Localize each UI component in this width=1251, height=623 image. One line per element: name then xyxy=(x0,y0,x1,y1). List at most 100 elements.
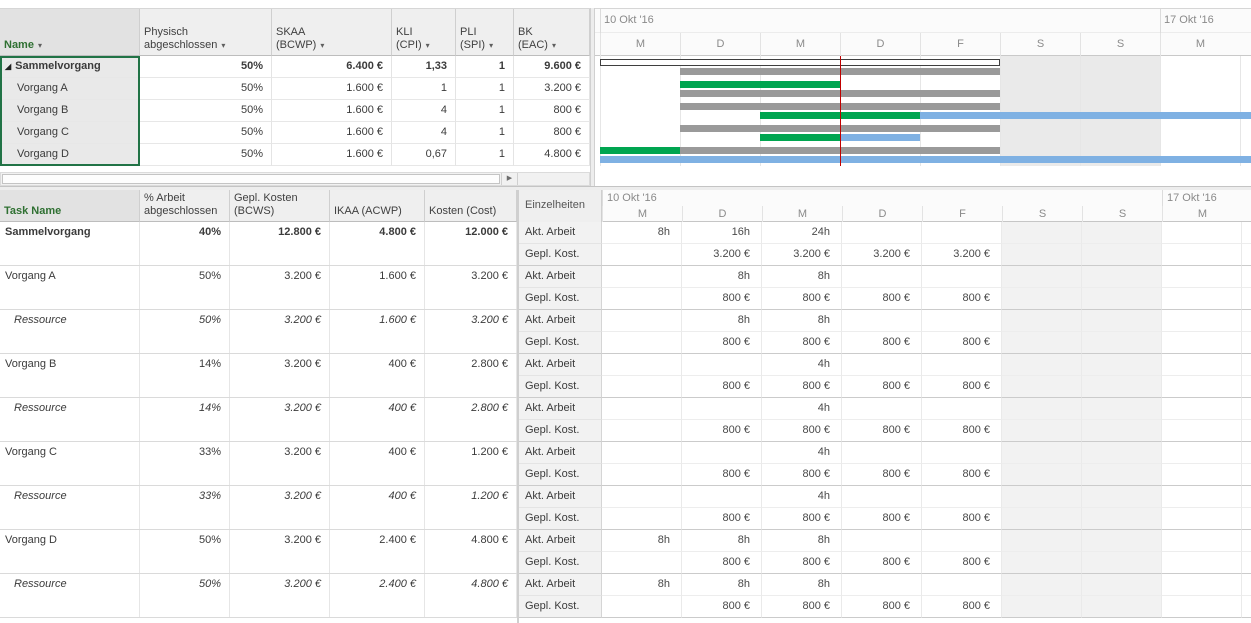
detail-cell[interactable]: 800 € xyxy=(762,508,842,530)
cost-cell[interactable]: 4.800 € xyxy=(425,530,517,573)
detail-cell[interactable]: 800 € xyxy=(922,464,1002,486)
detail-cell[interactable] xyxy=(1162,376,1242,398)
detail-cell[interactable] xyxy=(1162,222,1242,244)
pli-cell[interactable]: 1 xyxy=(456,122,514,144)
detail-cell[interactable]: 8h xyxy=(682,530,762,552)
detail-cell[interactable]: 8h xyxy=(602,574,682,596)
detail-cell[interactable]: 24h xyxy=(762,222,842,244)
detail-row-label[interactable]: Akt. Arbeit xyxy=(519,398,602,420)
bcws-cell[interactable]: 3.200 € xyxy=(230,574,330,617)
detail-cell[interactable] xyxy=(1002,332,1082,354)
column-header-bcws[interactable]: Gepl. Kosten(BCWS) xyxy=(230,190,330,222)
column-header-name[interactable]: Name▾ xyxy=(0,9,140,56)
task-name-cell[interactable]: Vorgang B xyxy=(0,354,140,397)
pli-cell[interactable]: 1 xyxy=(456,56,514,78)
detail-cell[interactable] xyxy=(1162,332,1242,354)
task-name-cell[interactable]: Ressource xyxy=(0,398,140,441)
detail-cell[interactable]: 800 € xyxy=(842,508,922,530)
detail-cell[interactable]: 8h xyxy=(602,530,682,552)
detail-row-label[interactable]: Akt. Arbeit xyxy=(519,530,602,552)
detail-cell[interactable] xyxy=(842,310,922,332)
pli-cell[interactable]: 1 xyxy=(456,144,514,166)
phys-cell[interactable]: 50% xyxy=(140,78,272,100)
pct-cell[interactable]: 33% xyxy=(140,442,230,485)
kli-cell[interactable]: 0,67 xyxy=(392,144,456,166)
column-header-kli[interactable]: KLI(CPI)▾ xyxy=(392,9,456,56)
skaa-cell[interactable]: 1.600 € xyxy=(272,100,392,122)
detail-row-label[interactable]: Akt. Arbeit xyxy=(519,442,602,464)
filter-dropdown-icon[interactable]: ▾ xyxy=(426,41,430,50)
pct-cell[interactable]: 40% xyxy=(140,222,230,265)
cost-cell[interactable]: 12.000 € xyxy=(425,222,517,265)
task-name-cell[interactable]: Vorgang D xyxy=(0,144,140,166)
detail-row-label[interactable]: Gepl. Kost. xyxy=(519,244,602,266)
detail-cell[interactable]: 800 € xyxy=(762,552,842,574)
task-name-cell[interactable]: Ressource xyxy=(0,574,140,617)
pct-cell[interactable]: 50% xyxy=(140,310,230,353)
detail-cell[interactable] xyxy=(1002,442,1082,464)
skaa-cell[interactable]: 1.600 € xyxy=(272,122,392,144)
detail-cell[interactable] xyxy=(1002,244,1082,266)
detail-cell[interactable] xyxy=(1002,486,1082,508)
timescale-day-cell[interactable]: M xyxy=(1160,33,1240,56)
detail-cell[interactable]: 8h xyxy=(682,574,762,596)
detail-cell[interactable] xyxy=(602,552,682,574)
detail-cell[interactable]: 800 € xyxy=(922,420,1002,442)
detail-cell[interactable] xyxy=(922,398,1002,420)
detail-cell[interactable] xyxy=(922,486,1002,508)
acwp-cell[interactable]: 1.600 € xyxy=(330,266,425,309)
timescale-day-cell[interactable]: S xyxy=(1082,206,1162,222)
detail-cell[interactable] xyxy=(682,486,762,508)
column-header-bk[interactable]: BK(EAC)▾ xyxy=(514,9,590,56)
detail-cell[interactable] xyxy=(1162,398,1242,420)
detail-cell[interactable] xyxy=(1082,530,1162,552)
detail-cell[interactable] xyxy=(1082,398,1162,420)
detail-cell[interactable] xyxy=(842,574,922,596)
detail-cell[interactable] xyxy=(1002,530,1082,552)
detail-cell[interactable] xyxy=(1002,508,1082,530)
bcws-cell[interactable]: 3.200 € xyxy=(230,354,330,397)
detail-cell[interactable]: 800 € xyxy=(842,332,922,354)
bcws-cell[interactable]: 3.200 € xyxy=(230,310,330,353)
detail-cell[interactable]: 8h xyxy=(762,530,842,552)
detail-cell[interactable] xyxy=(682,442,762,464)
skaa-cell[interactable]: 1.600 € xyxy=(272,78,392,100)
timescale-day-cell[interactable]: M xyxy=(1162,206,1242,222)
detail-cell[interactable] xyxy=(1082,442,1162,464)
detail-cell[interactable] xyxy=(1162,552,1242,574)
detail-cell[interactable] xyxy=(1082,574,1162,596)
detail-cell[interactable] xyxy=(1162,354,1242,376)
detail-cell[interactable] xyxy=(842,266,922,288)
detail-row-label[interactable]: Gepl. Kost. xyxy=(519,552,602,574)
detail-cell[interactable] xyxy=(1082,310,1162,332)
gantt-bar-green[interactable] xyxy=(760,134,840,141)
detail-cell[interactable] xyxy=(602,244,682,266)
detail-cell[interactable] xyxy=(1162,464,1242,486)
kli-cell[interactable]: 1,33 xyxy=(392,56,456,78)
timescale-day-cell[interactable]: M xyxy=(762,206,842,222)
kli-cell[interactable]: 1 xyxy=(392,78,456,100)
detail-cell[interactable] xyxy=(602,596,682,618)
detail-cell[interactable]: 4h xyxy=(762,398,842,420)
detail-cell[interactable]: 800 € xyxy=(682,332,762,354)
task-name-cell[interactable]: Vorgang C xyxy=(0,442,140,485)
detail-cell[interactable] xyxy=(1082,288,1162,310)
bk-cell[interactable]: 3.200 € xyxy=(514,78,590,100)
detail-cell[interactable]: 8h xyxy=(762,266,842,288)
detail-cell[interactable] xyxy=(1082,376,1162,398)
detail-cell[interactable]: 8h xyxy=(762,310,842,332)
bcws-cell[interactable]: 3.200 € xyxy=(230,442,330,485)
gantt-bar-green[interactable] xyxy=(680,81,840,88)
pct-cell[interactable]: 50% xyxy=(140,574,230,617)
detail-cell[interactable]: 800 € xyxy=(922,288,1002,310)
detail-cell[interactable]: 800 € xyxy=(842,420,922,442)
gantt-bar-blue[interactable] xyxy=(600,156,1251,163)
detail-cell[interactable]: 8h xyxy=(682,310,762,332)
detail-cell[interactable] xyxy=(682,354,762,376)
scrollbar-thumb[interactable] xyxy=(2,174,500,184)
gantt-bar-summary[interactable] xyxy=(600,59,1000,66)
bk-cell[interactable]: 4.800 € xyxy=(514,144,590,166)
detail-cell[interactable]: 800 € xyxy=(842,596,922,618)
skaa-cell[interactable]: 6.400 € xyxy=(272,56,392,78)
detail-cell[interactable] xyxy=(1002,354,1082,376)
